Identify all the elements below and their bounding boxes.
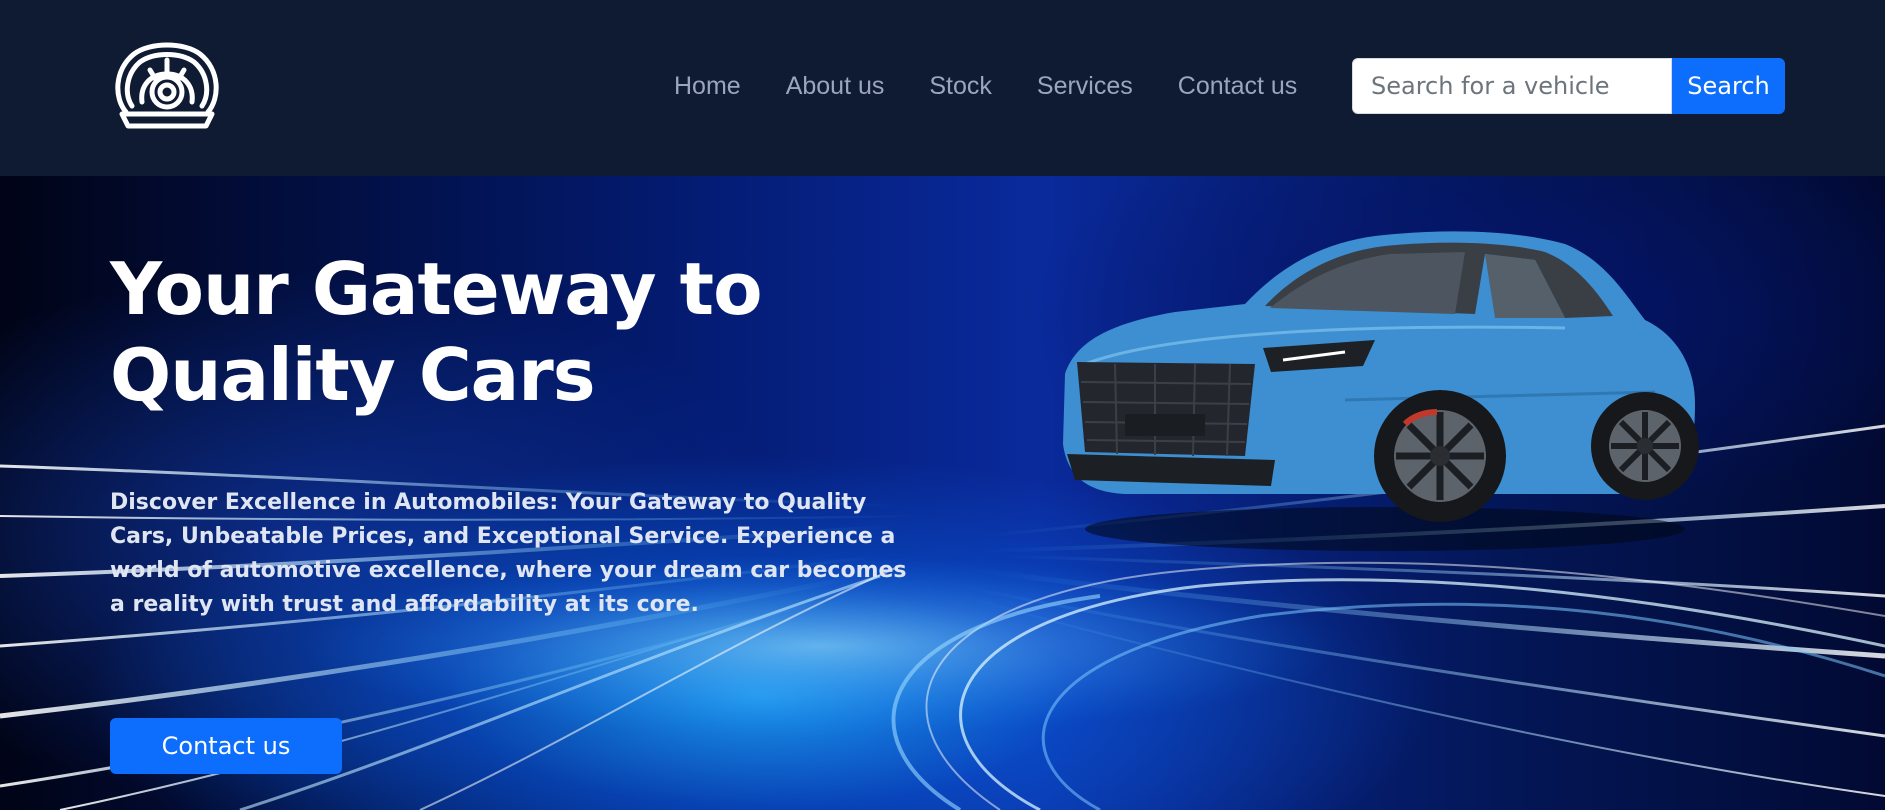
nav-link-home[interactable]: Home — [674, 68, 741, 104]
nav-link-about-us[interactable]: About us — [786, 68, 885, 104]
hero-title: Your Gateway to Quality Cars — [110, 247, 763, 417]
nav-link-contact-us[interactable]: Contact us — [1178, 68, 1298, 104]
search-button[interactable]: Search — [1672, 58, 1785, 114]
main-nav: Home About us Stock Services Contact us — [674, 68, 1342, 104]
hero-description: Discover Excellence in Automobiles: Your… — [110, 490, 907, 617]
search-input[interactable] — [1352, 58, 1672, 114]
contact-us-button[interactable]: Contact us — [110, 718, 342, 774]
search-form: Search — [1352, 58, 1785, 114]
shell-logo-icon[interactable] — [110, 40, 224, 132]
nav-link-stock[interactable]: Stock — [929, 68, 992, 104]
blue-suv-car-image — [1063, 231, 1699, 551]
nav-link-services[interactable]: Services — [1037, 68, 1133, 104]
navbar: Home About us Stock Services Contact us … — [0, 0, 1885, 176]
hero-section: Your Gateway to Quality Cars Discover Ex… — [0, 176, 1885, 810]
